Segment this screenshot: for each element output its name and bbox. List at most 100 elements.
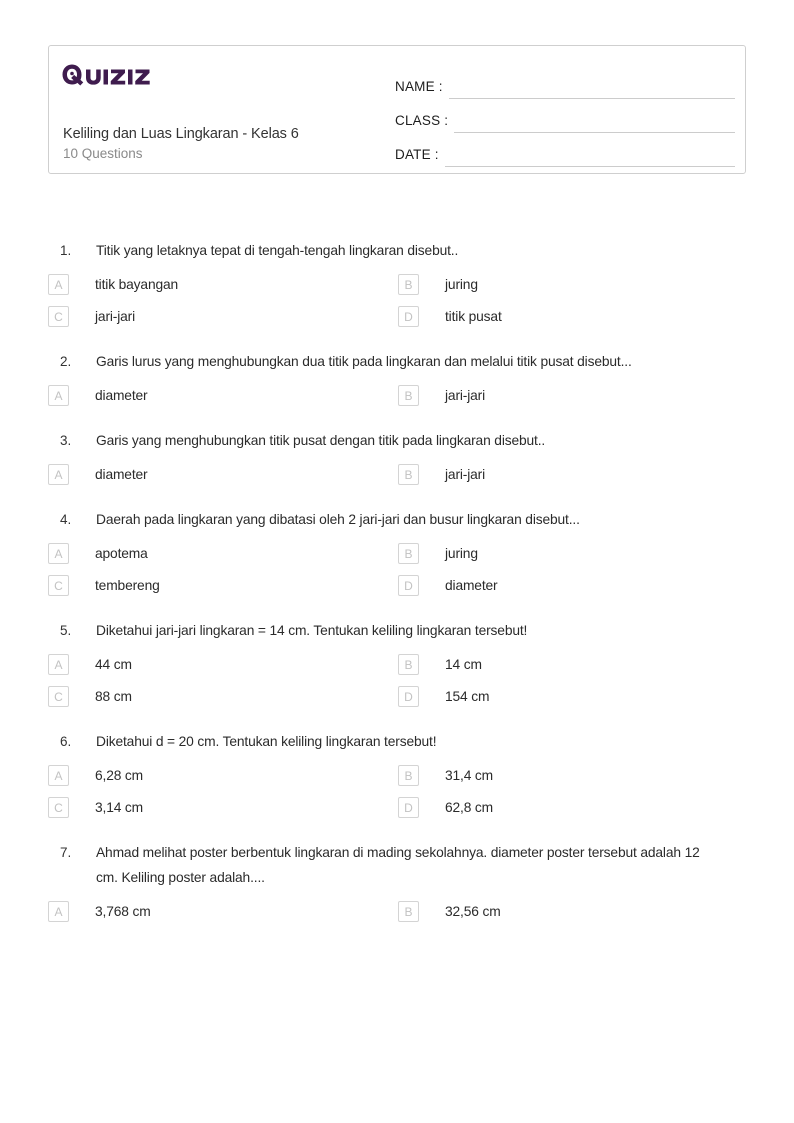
option-text: jari-jari (445, 467, 486, 482)
answer-option[interactable]: B 32,56 cm (398, 901, 748, 922)
answer-option[interactable]: A 44 cm (48, 654, 398, 675)
option-letter-box[interactable]: A (48, 765, 69, 786)
class-input-line[interactable] (454, 106, 735, 133)
option-text: 31,4 cm (445, 768, 494, 783)
worksheet-question-count: 10 Questions (63, 146, 143, 161)
option-letter-box[interactable]: D (398, 306, 419, 327)
option-text: diameter (445, 578, 498, 593)
question-number: 7. (60, 845, 72, 860)
answer-option[interactable]: Bjari-jari (398, 385, 748, 406)
option-letter-box[interactable]: B (398, 464, 419, 485)
answer-option[interactable]: Bjuring (398, 543, 748, 564)
answer-option[interactable]: Atitik bayangan (48, 274, 398, 295)
option-row: A 6,28 cm B 31,4 cm (0, 765, 794, 786)
option-text: jari-jari (445, 388, 486, 403)
answer-option[interactable]: B 31,4 cm (398, 765, 748, 786)
answer-option[interactable]: Cjari-jari (48, 306, 398, 327)
option-text: titik bayangan (95, 277, 179, 292)
option-letter-box[interactable]: B (398, 765, 419, 786)
name-input-line[interactable] (448, 72, 735, 99)
option-text: 6,28 cm (95, 768, 144, 783)
option-text: diameter (95, 388, 148, 403)
date-field-row: DATE : (395, 133, 735, 167)
option-row: Adiameter Bjari-jari (0, 385, 794, 406)
option-letter-box[interactable]: D (398, 575, 419, 596)
option-letter-box[interactable]: C (48, 575, 69, 596)
question-number: 6. (60, 734, 72, 749)
option-letter-box[interactable]: C (48, 306, 69, 327)
option-text: juring (445, 546, 478, 561)
question-spacer (0, 406, 794, 428)
answer-option[interactable]: C 3,14 cm (48, 797, 398, 818)
answer-option[interactable]: D 154 cm (398, 686, 748, 707)
answer-option[interactable]: D 62,8 cm (398, 797, 748, 818)
option-text: titik pusat (445, 309, 502, 324)
option-row: Aapotema Bjuring (0, 543, 794, 564)
option-text: diameter (95, 467, 148, 482)
question-block: 3. Garis yang menghubungkan titik pusat d… (0, 428, 794, 507)
option-letter-box[interactable]: B (398, 901, 419, 922)
option-letter-box[interactable]: A (48, 654, 69, 675)
question-row: 6. Diketahui d = 20 cm. Tentukan keliling… (0, 729, 794, 754)
class-field-row: CLASS : (395, 99, 735, 133)
question-row: 3. Garis yang menghubungkan titik pusat d… (0, 428, 794, 453)
quizizz-logo (62, 62, 158, 88)
header-left-section: Keliling dan Luas Lingkaran - Kelas 6 10… (62, 46, 412, 173)
worksheet-header-card: Keliling dan Luas Lingkaran - Kelas 6 10… (48, 45, 746, 174)
answer-option[interactable]: Bjuring (398, 274, 748, 295)
option-letter-box[interactable]: A (48, 464, 69, 485)
answer-option[interactable]: Ctembereng (48, 575, 398, 596)
option-letter-box[interactable]: C (48, 686, 69, 707)
option-text: jari-jari (95, 309, 136, 324)
option-row: Ctembereng Ddiameter (0, 575, 794, 596)
question-block: 7. Ahmad melihat poster berbentuk lingkar… (0, 840, 794, 944)
question-row: 5. Diketahui jari-jari lingkaran = 14 cm.… (0, 618, 794, 643)
answer-option[interactable]: Aapotema (48, 543, 398, 564)
question-text: Garis yang menghubungkan titik pusat den… (96, 433, 546, 448)
option-text: juring (445, 277, 478, 292)
question-row: 4. Daerah pada lingkaran yang dibatasi ol… (0, 507, 794, 532)
option-row: C 88 cm D 154 cm (0, 686, 794, 707)
question-block: 1. Titik yang letaknya tepat di tengah-te… (0, 238, 794, 349)
option-letter-box[interactable]: C (48, 797, 69, 818)
option-text: 32,56 cm (445, 904, 501, 919)
quizizz-logo-icon (62, 64, 150, 86)
answer-option[interactable]: B 14 cm (398, 654, 748, 675)
question-row: 2. Garis lurus yang menghubungkan dua tit… (0, 349, 794, 374)
option-letter-box[interactable]: B (398, 543, 419, 564)
class-field-label: CLASS : (395, 113, 449, 128)
option-text: 88 cm (95, 689, 132, 704)
option-letter-box[interactable]: A (48, 385, 69, 406)
option-text: 154 cm (445, 689, 490, 704)
date-input-line[interactable] (444, 140, 735, 167)
option-letter-box[interactable]: D (398, 686, 419, 707)
answer-option[interactable]: A 3,768 cm (48, 901, 398, 922)
answer-option[interactable]: Ddiameter (398, 575, 748, 596)
option-letter-box[interactable]: B (398, 654, 419, 675)
option-row: Adiameter Bjari-jari (0, 464, 794, 485)
question-number: 2. (60, 354, 72, 369)
answer-option[interactable]: Dtitik pusat (398, 306, 748, 327)
question-spacer (0, 818, 794, 840)
answer-option[interactable]: Adiameter (48, 464, 398, 485)
option-text: tembereng (95, 578, 160, 593)
option-letter-box[interactable]: B (398, 274, 419, 295)
option-letter-box[interactable]: B (398, 385, 419, 406)
answer-option[interactable]: C 88 cm (48, 686, 398, 707)
question-spacer (0, 707, 794, 729)
option-letter-box[interactable]: A (48, 274, 69, 295)
answer-option[interactable]: Bjari-jari (398, 464, 748, 485)
option-letter-box[interactable]: A (48, 543, 69, 564)
question-spacer (0, 922, 794, 944)
option-row: Cjari-jari Dtitik pusat (0, 306, 794, 327)
question-row: 1. Titik yang letaknya tepat di tengah-te… (0, 238, 794, 263)
option-text: 3,768 cm (95, 904, 151, 919)
answer-option[interactable]: A 6,28 cm (48, 765, 398, 786)
question-spacer (0, 327, 794, 349)
question-number: 4. (60, 512, 72, 527)
question-spacer (0, 596, 794, 618)
option-text: 14 cm (445, 657, 482, 672)
option-letter-box[interactable]: A (48, 901, 69, 922)
option-letter-box[interactable]: D (398, 797, 419, 818)
answer-option[interactable]: Adiameter (48, 385, 398, 406)
